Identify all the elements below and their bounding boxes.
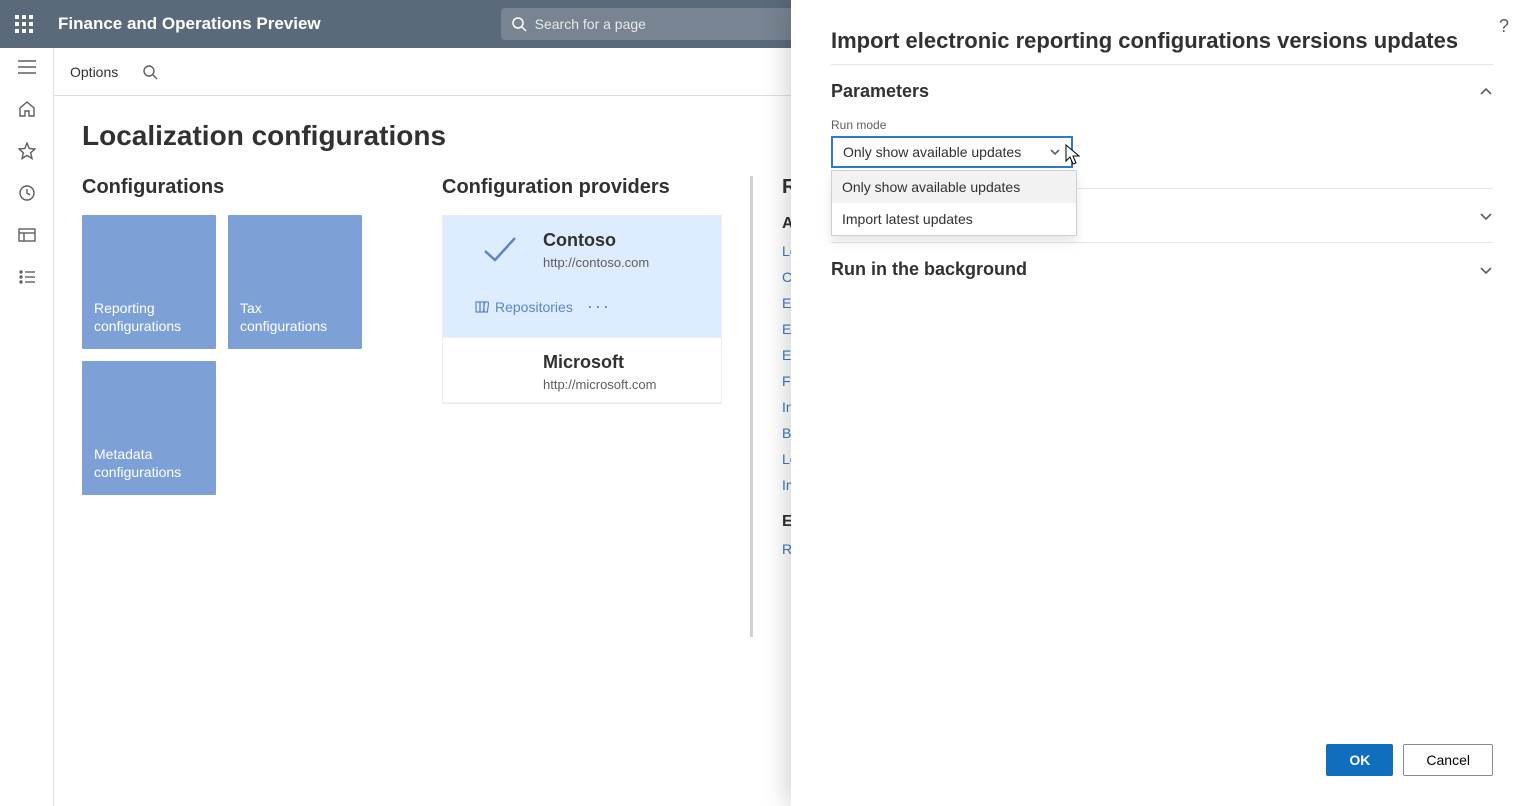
run-mode-value: Only show available updates: [843, 144, 1021, 160]
provider-url: http://microsoft.com: [543, 377, 703, 392]
tile-reporting-configurations[interactable]: Reporting configurations: [82, 215, 216, 349]
provider-url: http://contoso.com: [543, 255, 703, 270]
chevron-up-icon: [1479, 85, 1493, 99]
chevron-down-icon: [1479, 209, 1493, 223]
configurations-heading: Configurations: [82, 176, 382, 199]
repositories-icon: [475, 300, 489, 314]
app-launcher-icon[interactable]: [0, 15, 48, 33]
panel-title: Import electronic reporting configuratio…: [791, 0, 1533, 64]
providers-list: Contoso http://contoso.com Repositories …: [442, 215, 722, 404]
help-icon[interactable]: ?: [1499, 16, 1509, 37]
tile-metadata-configurations[interactable]: Metadata configurations: [82, 361, 216, 495]
repositories-link[interactable]: Repositories: [475, 299, 573, 315]
home-icon[interactable]: [16, 98, 38, 120]
recent-icon[interactable]: [16, 182, 38, 204]
more-actions-icon[interactable]: ···: [587, 296, 611, 317]
provider-name: Contoso: [543, 230, 703, 251]
chevron-down-icon: [1049, 146, 1061, 158]
workspace-icon[interactable]: [16, 224, 38, 246]
left-nav-rail: [0, 48, 54, 806]
options-menu[interactable]: Options: [70, 64, 118, 80]
run-mode-dropdown: Only show available updates Import lates…: [831, 170, 1077, 236]
repositories-label: Repositories: [495, 299, 573, 315]
provider-card[interactable]: Contoso http://contoso.com Repositories …: [443, 216, 721, 338]
ok-button[interactable]: OK: [1326, 744, 1393, 776]
run-mode-option[interactable]: Only show available updates: [832, 171, 1076, 203]
provider-name: Microsoft: [543, 352, 703, 373]
parameters-title: Parameters: [831, 81, 929, 102]
run-mode-select[interactable]: Only show available updates Only show av…: [831, 136, 1073, 168]
run-mode-option[interactable]: Import latest updates: [832, 203, 1076, 235]
panel-footer: OK Cancel: [791, 724, 1533, 806]
app-name: Finance and Operations Preview: [48, 14, 321, 34]
modules-icon[interactable]: [16, 266, 38, 288]
tile-label: Reporting configurations: [94, 299, 204, 335]
run-mode-label: Run mode: [831, 118, 1493, 132]
provider-card[interactable]: Microsoft http://microsoft.com: [443, 338, 721, 403]
chevron-down-icon: [1479, 263, 1493, 277]
import-panel: ? Import electronic reporting configurat…: [791, 0, 1533, 806]
check-icon: [483, 236, 517, 264]
cursor-icon: [1063, 144, 1083, 168]
tile-tax-configurations[interactable]: Tax configurations: [228, 215, 362, 349]
star-icon[interactable]: [16, 140, 38, 162]
configurations-section: Configurations Reporting configurations …: [82, 176, 382, 577]
tile-label: Tax configurations: [240, 299, 350, 335]
parameters-header[interactable]: Parameters: [831, 65, 1493, 118]
background-header[interactable]: Run in the background: [831, 243, 1493, 296]
providers-heading: Configuration providers: [442, 176, 722, 199]
search-input[interactable]: [501, 8, 801, 40]
filter-search-icon[interactable]: [142, 64, 158, 80]
parameters-section: Parameters Run mode Only show available …: [831, 64, 1493, 188]
background-title: Run in the background: [831, 259, 1027, 280]
tile-label: Metadata configurations: [94, 445, 204, 481]
background-section: Run in the background: [831, 242, 1493, 296]
providers-section: Configuration providers Contoso http://c…: [442, 176, 722, 577]
hamburger-icon[interactable]: [16, 56, 38, 78]
search-box[interactable]: [501, 8, 801, 40]
cancel-button[interactable]: Cancel: [1403, 744, 1493, 776]
